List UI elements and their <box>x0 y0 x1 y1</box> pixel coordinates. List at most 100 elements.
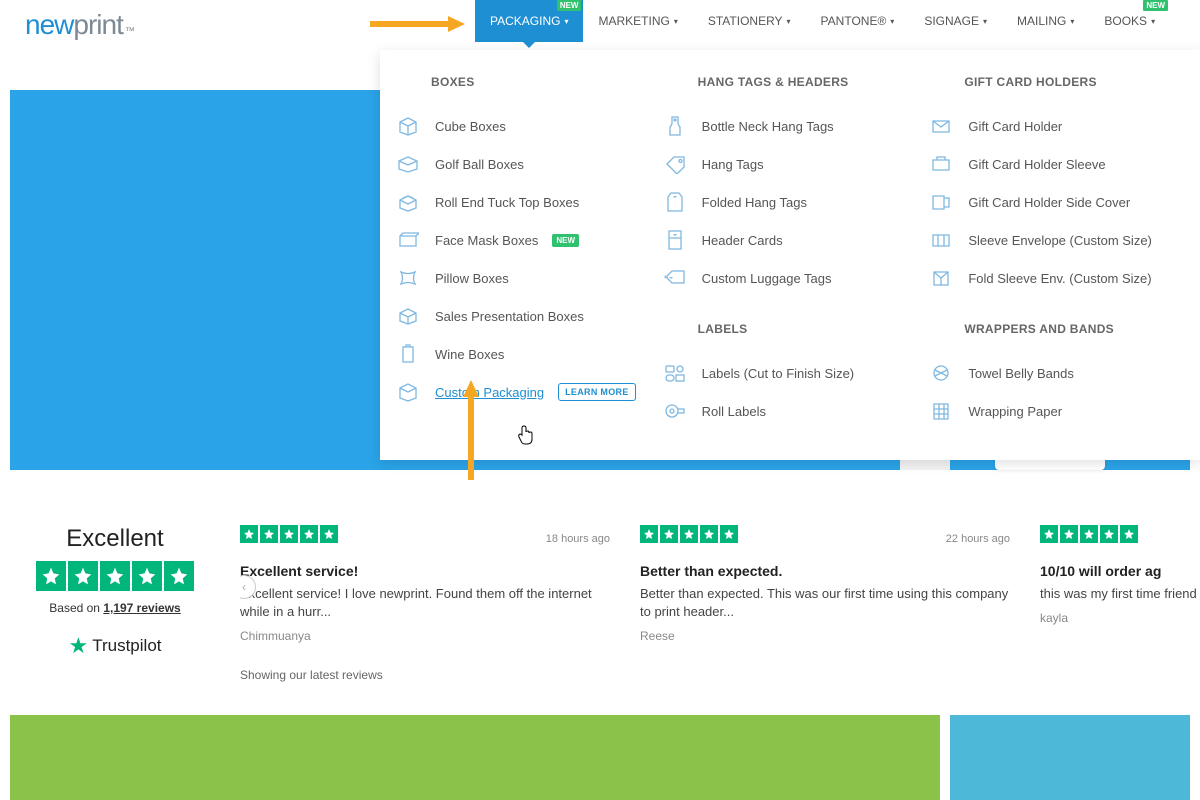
menu-label: Golf Ball Boxes <box>435 157 524 172</box>
review-card[interactable]: 10/10 will order ag this was my first ti… <box>1040 525 1200 682</box>
chevron-down-icon: ▾ <box>674 17 678 26</box>
review-count[interactable]: 1,197 reviews <box>103 601 180 615</box>
nav-label: MAILING <box>1017 14 1066 28</box>
chevron-down-icon: ▾ <box>983 17 987 26</box>
based-on-text: Based on 1,197 reviews <box>20 601 210 615</box>
nav-stationery[interactable]: STATIONERY ▾ <box>693 0 806 42</box>
logo-part1: new <box>25 9 73 41</box>
tag-icon <box>662 115 688 137</box>
mega-heading: WRAPPERS AND BANDS <box>928 322 1185 336</box>
review-card[interactable]: 22 hours ago Better than expected. Bette… <box>640 525 1010 682</box>
mega-col-giftcards: GIFT CARD HOLDERS Gift Card Holder Gift … <box>928 75 1185 430</box>
star-icon: ★ <box>68 633 88 659</box>
folded-tag-icon <box>662 191 688 213</box>
menu-label: Gift Card Holder <box>968 119 1062 134</box>
menu-label: Wrapping Paper <box>968 404 1062 419</box>
chevron-down-icon: ▾ <box>1070 17 1074 26</box>
menu-roll-end-tuck[interactable]: Roll End Tuck Top Boxes <box>395 183 652 221</box>
menu-header-cards[interactable]: Header Cards <box>662 221 919 259</box>
menu-custom-packaging[interactable]: Custom Packaging LEARN MORE <box>395 373 652 411</box>
review-carousel: ‹ 18 hours ago Excellent service! Excell… <box>240 525 1200 682</box>
menu-label: Folded Hang Tags <box>702 195 807 210</box>
box-icon <box>395 229 421 251</box>
mega-heading: GIFT CARD HOLDERS <box>928 75 1185 89</box>
menu-label: Sales Presentation Boxes <box>435 309 584 324</box>
menu-label: Gift Card Holder Side Cover <box>968 195 1130 210</box>
menu-fold-sleeve-env[interactable]: Fold Sleeve Env. (Custom Size) <box>928 259 1185 297</box>
nav-label: SIGNAGE <box>924 14 979 28</box>
nav-label: STATIONERY <box>708 14 783 28</box>
review-title: 10/10 will order ag <box>1040 563 1200 579</box>
menu-label: Roll Labels <box>702 404 766 419</box>
menu-folded-hang-tags[interactable]: Folded Hang Tags <box>662 183 919 221</box>
menu-hang-tags[interactable]: Hang Tags <box>662 145 919 183</box>
menu-label: Fold Sleeve Env. (Custom Size) <box>968 271 1151 286</box>
learn-more-badge[interactable]: LEARN MORE <box>558 383 636 401</box>
new-badge: NEW <box>1143 0 1168 11</box>
mega-heading: BOXES <box>395 75 652 89</box>
promo-block-blue[interactable] <box>950 715 1190 800</box>
menu-label: Roll End Tuck Top Boxes <box>435 195 579 210</box>
review-title: Excellent service! <box>240 563 610 579</box>
logo[interactable]: newprint™ <box>25 9 134 41</box>
nav-marketing[interactable]: MARKETING▾ <box>583 0 692 42</box>
nav-mailing[interactable]: MAILING ▾ <box>1002 0 1089 42</box>
box-icon <box>395 381 421 403</box>
trustpilot-logo[interactable]: ★Trustpilot <box>20 633 210 659</box>
menu-gift-card-sleeve[interactable]: Gift Card Holder Sleeve <box>928 145 1185 183</box>
nav-books[interactable]: NEW BOOKS▾ <box>1089 0 1170 42</box>
footer-blocks <box>10 715 1190 800</box>
menu-label: Face Mask Boxes <box>435 233 538 248</box>
envelope-icon <box>928 229 954 251</box>
promo-block-green[interactable] <box>10 715 940 800</box>
box-icon <box>395 305 421 327</box>
mega-heading: LABELS <box>662 322 919 336</box>
review-time: 18 hours ago <box>546 533 610 545</box>
menu-gift-card-holder[interactable]: Gift Card Holder <box>928 107 1185 145</box>
menu-label: Custom Luggage Tags <box>702 271 832 286</box>
review-author: Reese <box>640 629 1010 643</box>
nav-pantone[interactable]: PANTONE®▾ <box>806 0 910 42</box>
chevron-down-icon: ▾ <box>890 17 894 26</box>
luggage-tag-icon <box>662 267 688 289</box>
menu-bottle-neck-tags[interactable]: Bottle Neck Hang Tags <box>662 107 919 145</box>
menu-pillow-boxes[interactable]: Pillow Boxes <box>395 259 652 297</box>
pillow-box-icon <box>395 267 421 289</box>
menu-face-mask-boxes[interactable]: Face Mask Boxes NEW <box>395 221 652 259</box>
nav-label: BOOKS <box>1104 14 1147 28</box>
menu-gift-card-side[interactable]: Gift Card Holder Side Cover <box>928 183 1185 221</box>
box-icon <box>395 153 421 175</box>
menu-label: Wine Boxes <box>435 347 504 362</box>
menu-wine-boxes[interactable]: Wine Boxes <box>395 335 652 373</box>
mega-heading: HANG TAGS & HEADERS <box>662 75 919 89</box>
packaging-megamenu: BOXES Cube Boxes Golf Ball Boxes Roll En… <box>380 50 1200 460</box>
chevron-down-icon: ▾ <box>787 17 791 26</box>
menu-towel-belly-bands[interactable]: Towel Belly Bands <box>928 354 1185 392</box>
header-card-icon <box>662 229 688 251</box>
menu-luggage-tags[interactable]: Custom Luggage Tags <box>662 259 919 297</box>
menu-cube-boxes[interactable]: Cube Boxes <box>395 107 652 145</box>
review-stars <box>1040 525 1138 543</box>
review-author: kayla <box>1040 611 1200 625</box>
menu-sales-presentation[interactable]: Sales Presentation Boxes <box>395 297 652 335</box>
menu-sleeve-envelope[interactable]: Sleeve Envelope (Custom Size) <box>928 221 1185 259</box>
menu-labels-cut[interactable]: Labels (Cut to Finish Size) <box>662 354 919 392</box>
top-header: newprint™ NEW PACKAGING ▾ MARKETING▾ STA… <box>0 0 1200 50</box>
tag-icon <box>662 153 688 175</box>
menu-label: Towel Belly Bands <box>968 366 1074 381</box>
review-card[interactable]: 18 hours ago Excellent service! Excellen… <box>240 525 610 682</box>
roll-icon <box>662 400 688 422</box>
menu-golf-ball-boxes[interactable]: Golf Ball Boxes <box>395 145 652 183</box>
trustpilot-summary: Excellent Based on 1,197 reviews ★Trustp… <box>20 525 210 659</box>
sleeve-icon <box>928 153 954 175</box>
showing-latest: Showing our latest reviews <box>240 668 610 682</box>
rating-label: Excellent <box>20 525 210 553</box>
menu-wrapping-paper[interactable]: Wrapping Paper <box>928 392 1185 430</box>
nav-signage[interactable]: SIGNAGE ▾ <box>909 0 1002 42</box>
menu-roll-labels[interactable]: Roll Labels <box>662 392 919 430</box>
nav-packaging[interactable]: NEW PACKAGING ▾ <box>475 0 583 42</box>
side-cover-icon <box>928 191 954 213</box>
main-nav: NEW PACKAGING ▾ MARKETING▾ STATIONERY ▾ P… <box>475 0 1170 42</box>
card-holder-icon <box>928 115 954 137</box>
review-stars <box>240 525 338 543</box>
